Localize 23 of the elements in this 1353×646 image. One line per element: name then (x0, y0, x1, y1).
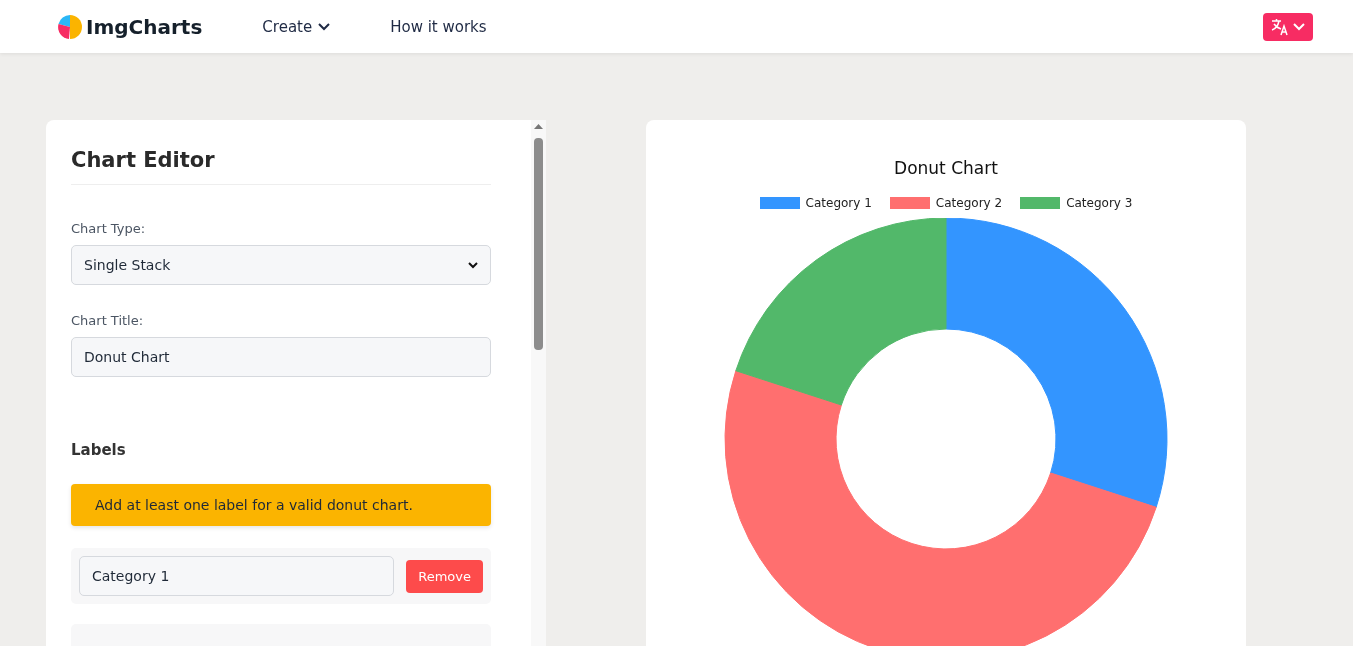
chart-title: Donut Chart (894, 158, 998, 178)
section-heading: Labels (71, 441, 127, 459)
legend-label: Category 2 (935, 196, 1003, 210)
logo-text[interactable]: ImgCharts (86, 14, 203, 39)
chevron-down-icon (1293, 22, 1305, 31)
translate-icon (1271, 17, 1289, 36)
logo-icon (58, 14, 82, 39)
scrollbar-thumb[interactable] (534, 138, 543, 350)
chevron-down-icon (468, 261, 478, 269)
legend-label: Category 3 (1066, 196, 1133, 210)
chart-type-select[interactable]: Single Stack (71, 245, 491, 285)
warning-message: Add at least one label for a valid donut chart. (71, 484, 491, 526)
language-button[interactable] (1263, 12, 1313, 41)
chevron-down-icon (318, 22, 331, 31)
create-menu[interactable]: Create (262, 17, 331, 36)
scroll-up-arrow-icon[interactable] (534, 124, 543, 129)
nav-link[interactable]: How it works (390, 17, 487, 36)
title-input[interactable]: Donut Chart (71, 337, 491, 377)
legend-label: Category 1 (805, 196, 872, 210)
label-input[interactable]: Category 1 (79, 556, 395, 596)
field-label: Chart Type: (71, 221, 147, 236)
panel-title: Chart Editor (71, 148, 491, 185)
field-label: Chart Title: (71, 313, 145, 328)
